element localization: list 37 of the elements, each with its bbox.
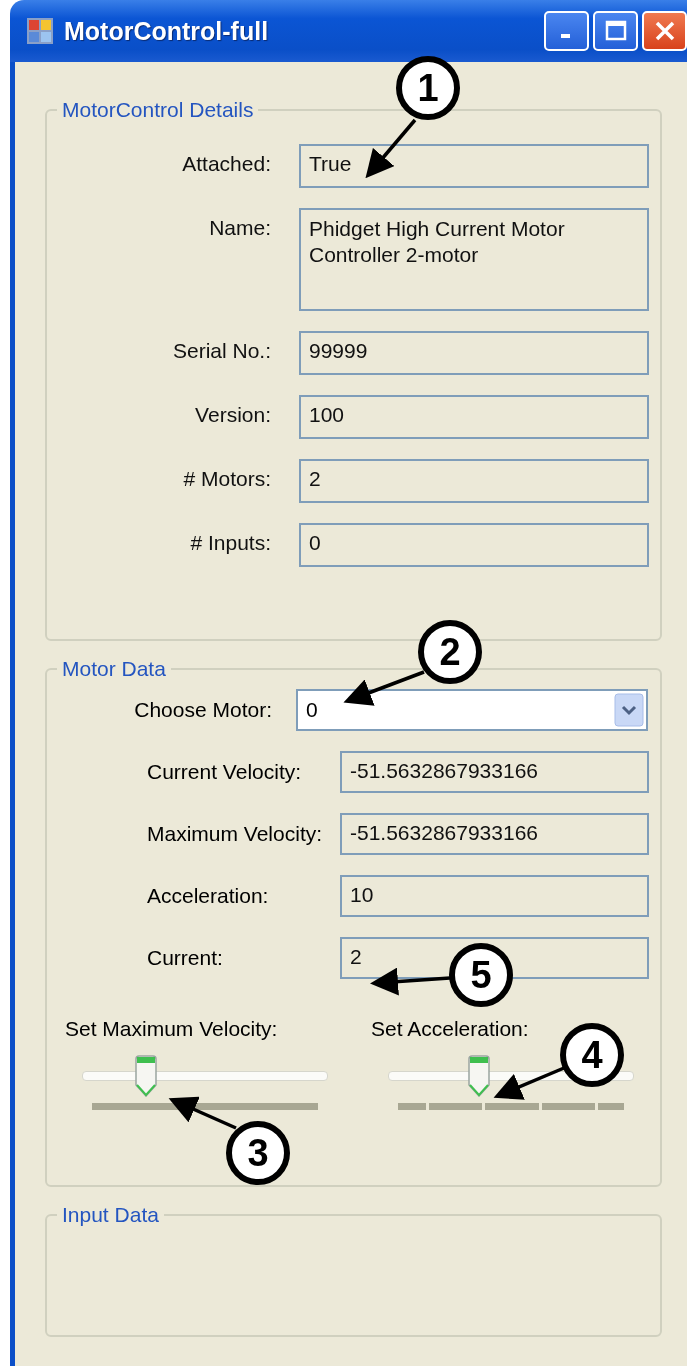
field-label: Name: [208,215,271,240]
close-button[interactable] [642,11,687,51]
text-field[interactable]: True [299,144,649,188]
text-field[interactable]: -51.5632867933166 [340,813,649,855]
minimize-button[interactable] [544,11,589,51]
text-field[interactable]: -51.5632867933166 [340,751,649,793]
slider-thumb[interactable] [467,1055,491,1097]
group-title: Input Data [61,1203,160,1227]
motor-dropdown[interactable]: 0 [296,689,648,731]
field-label: Attached: [181,151,271,176]
window-title: MotorControl-full [64,16,269,46]
slider-label: Set Acceleration: [371,1017,530,1041]
field-label: Current Velocity: [146,760,303,784]
field-label: Maximum Velocity: [146,822,324,846]
field-label: Choose Motor: [133,698,272,722]
group-title: Motor Data [61,657,167,681]
maximize-icon[interactable] [603,19,628,43]
text-field[interactable]: 99999 [299,331,649,375]
callout-arrow [493,1066,565,1100]
callout-arrow [365,118,417,179]
field-label: # Inputs: [189,530,271,555]
text-field[interactable]: 100 [299,395,649,439]
text-field[interactable]: 10 [340,875,649,917]
field-label: Acceleration: [146,884,270,908]
callout-arrow [168,1096,237,1130]
slider-thumb[interactable] [133,1055,158,1097]
text-field[interactable]: Phidget High Current Motor Controller 2-motor [299,208,649,311]
field-label: Version: [194,402,271,427]
group-title: MotorControl Details [61,98,255,122]
maximize-button[interactable] [593,11,638,51]
field-label: Current: [146,946,224,970]
text-field[interactable]: 0 [299,523,649,567]
field-label: Serial No.: [171,338,271,363]
field-label: # Motors: [182,466,271,491]
app-icon [26,17,54,45]
slider-label: Set Maximum Velocity: [65,1017,279,1041]
text-field[interactable]: 2 [299,459,649,503]
